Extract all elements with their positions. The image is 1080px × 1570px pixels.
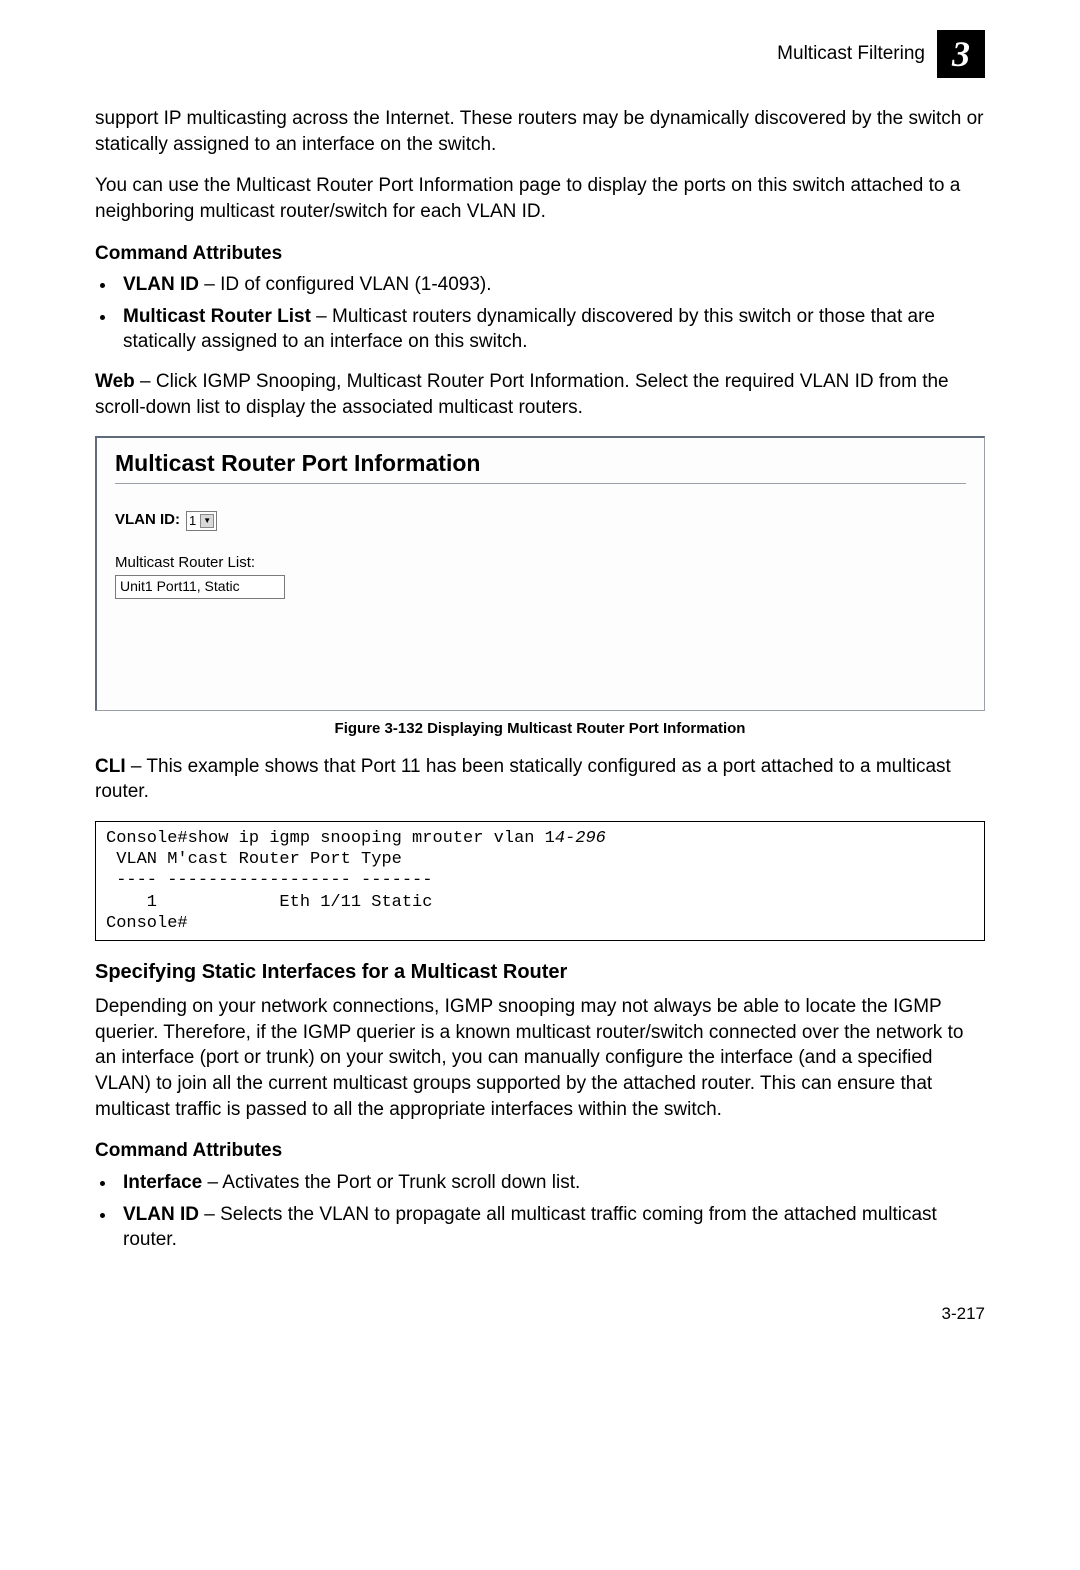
vlan-id-value: 1 <box>189 512 196 530</box>
panel-divider <box>115 483 966 484</box>
list-item: Interface – Activates the Port or Trunk … <box>117 1170 985 1196</box>
command-attributes-list-2: Interface – Activates the Port or Trunk … <box>95 1170 985 1253</box>
chevron-down-icon: ▼ <box>200 514 214 528</box>
attr-name: VLAN ID <box>123 274 199 295</box>
multicast-router-list-label: Multicast Router List: <box>115 553 966 573</box>
web-instructions: Web – Click IGMP Snooping, Multicast Rou… <box>95 369 985 420</box>
cli-output-body: VLAN M'cast Router Port Type ---- ------… <box>106 850 432 933</box>
list-item: Multicast Router List – Multicast router… <box>117 304 985 355</box>
cli-output-box: Console#show ip igmp snooping mrouter vl… <box>95 821 985 941</box>
list-item: VLAN ID – ID of configured VLAN (1-4093)… <box>117 272 985 298</box>
cli-page-ref: 4-296 <box>555 829 606 848</box>
chapter-number: 3 <box>952 30 970 79</box>
intro-paragraph-2: You can use the Multicast Router Port In… <box>95 173 985 224</box>
cli-text: – This example shows that Port 11 has be… <box>95 756 951 803</box>
attr-desc: – ID of configured VLAN (1-4093). <box>199 274 492 295</box>
attr-desc: – Selects the VLAN to propagate all mult… <box>123 1204 937 1251</box>
attr-name: Multicast Router List <box>123 306 311 327</box>
page-header: Multicast Filtering 3 <box>95 30 985 78</box>
header-section-title: Multicast Filtering <box>777 41 925 67</box>
vlan-id-select[interactable]: 1 ▼ <box>186 511 217 531</box>
ui-screenshot-panel: Multicast Router Port Information VLAN I… <box>95 436 985 711</box>
command-attributes-list: VLAN ID – ID of configured VLAN (1-4093)… <box>95 272 985 355</box>
intro-paragraph-1: support IP multicasting across the Inter… <box>95 106 985 157</box>
cli-intro: CLI – This example shows that Port 11 ha… <box>95 754 985 805</box>
web-label: Web <box>95 371 135 392</box>
page-number: 3-217 <box>95 1303 985 1326</box>
panel-title: Multicast Router Port Information <box>115 448 966 479</box>
vlan-id-label: VLAN ID: <box>115 510 180 530</box>
figure-caption: Figure 3-132 Displaying Multicast Router… <box>95 719 985 739</box>
section-heading-static-interfaces: Specifying Static Interfaces for a Multi… <box>95 959 985 986</box>
attr-name: VLAN ID <box>123 1204 199 1225</box>
web-text: – Click IGMP Snooping, Multicast Router … <box>95 371 949 418</box>
vlan-id-row: VLAN ID: 1 ▼ <box>115 510 966 530</box>
list-item: VLAN ID – Selects the VLAN to propagate … <box>117 1202 985 1253</box>
attr-desc: – Activates the Port or Trunk scroll dow… <box>202 1172 580 1193</box>
section2-paragraph: Depending on your network connections, I… <box>95 994 985 1122</box>
chapter-number-badge: 3 <box>937 30 985 78</box>
command-attributes-heading: Command Attributes <box>95 241 985 267</box>
attr-name: Interface <box>123 1172 202 1193</box>
command-attributes-heading-2: Command Attributes <box>95 1138 985 1164</box>
multicast-router-list-item: Unit1 Port11, Static <box>120 578 240 594</box>
multicast-router-listbox[interactable]: Unit1 Port11, Static <box>115 575 285 599</box>
cli-line-cmd: Console#show ip igmp snooping mrouter vl… <box>106 829 555 848</box>
cli-label: CLI <box>95 756 126 777</box>
